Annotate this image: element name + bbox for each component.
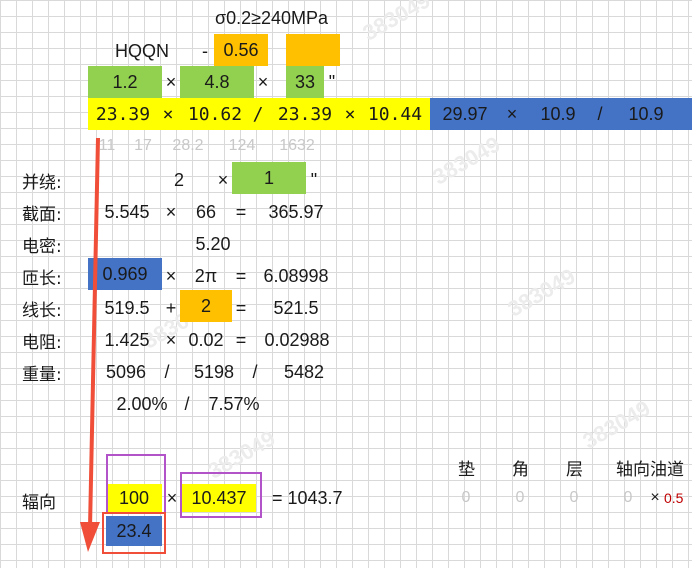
label-radial: 辐向 (22, 492, 56, 513)
ratio-cell[interactable]: 0.56 (214, 34, 268, 66)
section-a-cell[interactable]: 5.545 (98, 196, 156, 228)
header-pad: 垫 (458, 459, 475, 480)
multiply-sign: × (217, 169, 229, 190)
section-result-cell[interactable]: 365.97 (262, 196, 330, 228)
slash-sign: / (164, 361, 170, 382)
faint-cell[interactable]: 11 (92, 132, 122, 160)
slash-sign: / (252, 103, 264, 125)
multiply-sign: × (650, 489, 660, 506)
dim-value-4[interactable]: 10.44 (364, 98, 426, 130)
dimension-b-cell[interactable]: 4.8 (180, 66, 254, 98)
dim-value-3[interactable]: 23.39 (274, 98, 336, 130)
label-density: 电密: (22, 236, 62, 257)
dim-value-1[interactable]: 23.39 (92, 98, 154, 130)
header-layer: 层 (566, 459, 583, 480)
radial-a-cell[interactable]: 100 (106, 484, 162, 512)
label-section: 截面: (22, 204, 62, 225)
label-parallel: 并绕: (22, 172, 62, 193)
wire-length-result-cell[interactable]: 521.5 (264, 292, 328, 324)
faint-cell[interactable]: 1632 (272, 132, 322, 160)
label-resistance: 电阻: (22, 332, 62, 353)
count-cell[interactable]: 33 (286, 66, 324, 98)
multiply-sign: × (165, 201, 177, 222)
dash-cell[interactable]: - (196, 36, 214, 66)
section-b-cell[interactable]: 66 (186, 196, 226, 228)
equals-sign: = (235, 265, 247, 286)
slash-sign: / (184, 393, 190, 414)
radial-b-cell[interactable]: 10.437 (182, 484, 256, 512)
wire-length-b-cell[interactable]: 2 (180, 290, 232, 322)
model-cell[interactable]: HQQN (100, 36, 184, 66)
multiply-sign: × (166, 487, 178, 508)
multiply-sign: × (165, 71, 177, 92)
parallel-a-cell[interactable]: 2 (164, 164, 194, 196)
equals-sign: = (235, 329, 247, 350)
quote-mark: " (328, 71, 336, 92)
dim-value-2[interactable]: 10.62 (184, 98, 246, 130)
quote-mark: " (310, 169, 318, 190)
turn-length-b-cell[interactable]: 2π (186, 260, 226, 292)
faint-cell[interactable]: 124 (220, 132, 264, 160)
weight-a-cell[interactable]: 5096 (98, 356, 154, 388)
multiply-sign: × (344, 103, 356, 125)
resistance-b-cell[interactable]: 0.02 (182, 324, 230, 356)
blue-value-3[interactable]: 10.9 (618, 98, 674, 130)
resistance-result-cell[interactable]: 0.02988 (258, 324, 336, 356)
multiply-sign: × (165, 329, 177, 350)
radial-result-cell[interactable]: = 1043.7 (272, 484, 343, 512)
multiply-sign: × (257, 71, 269, 92)
plus-sign: + (165, 297, 177, 318)
material-strength-note[interactable]: σ0.2≥240MPa (215, 5, 328, 31)
parallel-b-cell[interactable]: 1 (232, 162, 306, 194)
label-weight: 重量: (22, 364, 62, 385)
faint-cell[interactable]: 28.2 (166, 132, 210, 160)
oil-factor-value[interactable]: 0.5 (664, 484, 692, 512)
header-axial-oil-duct: 轴向油道 (616, 459, 684, 480)
faint-cell[interactable]: 17 (128, 132, 158, 160)
equals-sign: = (235, 201, 247, 222)
turn-length-a-cell[interactable]: 0.969 (88, 258, 162, 290)
axial-value[interactable]: 0 (618, 484, 638, 512)
percent-b-cell[interactable]: 7.57% (204, 388, 264, 420)
blue-value-1[interactable]: 29.97 (434, 98, 496, 130)
empty-orange-cell[interactable] (286, 34, 340, 66)
multiply-sign: × (162, 103, 174, 125)
percent-a-cell[interactable]: 2.00% (112, 388, 172, 420)
weight-b-cell[interactable]: 5198 (186, 356, 242, 388)
density-cell[interactable]: 5.20 (186, 228, 240, 260)
blue-value-2[interactable]: 10.9 (530, 98, 586, 130)
header-angle: 角 (512, 459, 529, 480)
label-turn-length: 匝长: (22, 268, 62, 289)
layer-value[interactable]: 0 (564, 484, 584, 512)
resistance-a-cell[interactable]: 1.425 (98, 324, 156, 356)
label-wire-length: 线长: (22, 300, 62, 321)
radial-below-cell[interactable]: 23.4 (106, 516, 162, 546)
equals-sign: = (235, 297, 247, 318)
wire-length-a-cell[interactable]: 519.5 (98, 292, 156, 324)
slash-sign: / (597, 103, 603, 124)
dimension-a-cell[interactable]: 1.2 (88, 66, 162, 98)
angle-value[interactable]: 0 (510, 484, 530, 512)
slash-sign: / (252, 361, 258, 382)
multiply-sign: × (506, 103, 518, 124)
multiply-sign: × (165, 265, 177, 286)
weight-c-cell[interactable]: 5482 (274, 356, 334, 388)
turn-length-result-cell[interactable]: 6.08998 (258, 260, 334, 292)
pad-value[interactable]: 0 (456, 484, 476, 512)
